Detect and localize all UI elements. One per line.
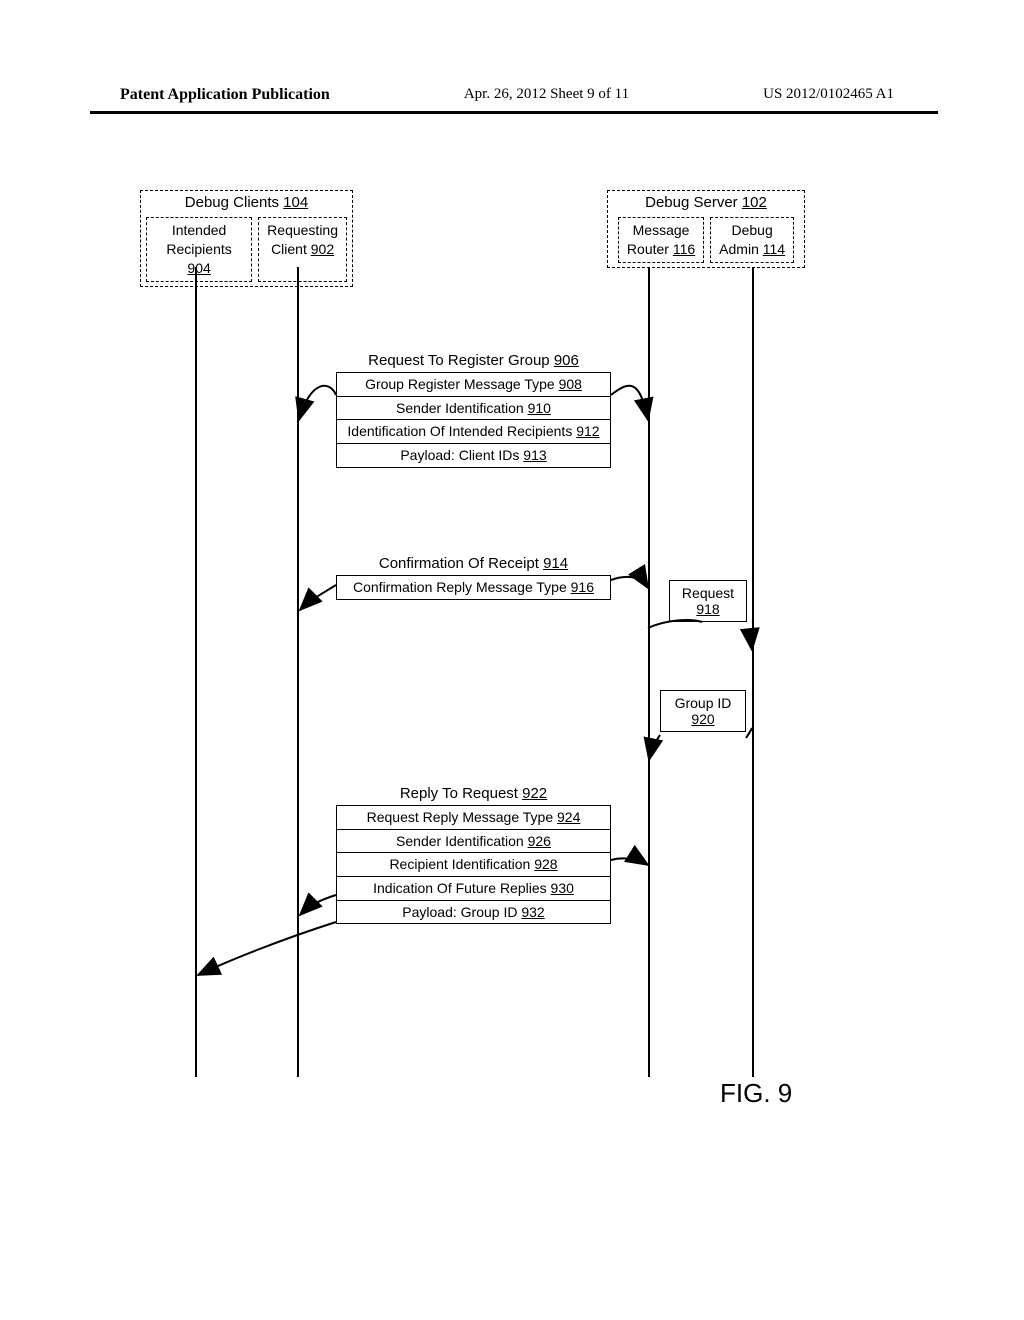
msg1-row-2: Identification Of Intended Recipients 91… bbox=[337, 419, 610, 443]
msg3-row-3: Indication Of Future Replies 930 bbox=[337, 876, 610, 900]
msg1-row-3: Payload: Client IDs 913 bbox=[337, 443, 610, 467]
msg3-row-2: Recipient Identification 928 bbox=[337, 852, 610, 876]
intended-recipients-box: Intended Recipients 904 bbox=[146, 217, 252, 282]
msg3-row-4: Payload: Group ID 932 bbox=[337, 900, 610, 924]
requesting-line2: Client 902 bbox=[267, 240, 338, 259]
debug-admin-box: Debug Admin 114 bbox=[710, 217, 794, 263]
message-arrows bbox=[0, 180, 1024, 1130]
msg2-title: Confirmation Of Receipt 914 bbox=[336, 555, 611, 572]
admin-line1: Debug bbox=[719, 221, 785, 240]
msg3-box: Request Reply Message Type 924 Sender Id… bbox=[336, 805, 611, 924]
msg2-row-0: Confirmation Reply Message Type 916 bbox=[337, 576, 610, 599]
debug-server-title: Debug Server 102 bbox=[608, 194, 804, 211]
msg1-title: Request To Register Group 906 bbox=[336, 352, 611, 369]
page: Patent Application Publication Apr. 26, … bbox=[0, 0, 1024, 1320]
debug-clients-group: Debug Clients 104 Intended Recipients 90… bbox=[140, 190, 353, 287]
message-router-box: Message Router 116 bbox=[618, 217, 704, 263]
msg3-row-1: Sender Identification 926 bbox=[337, 829, 610, 853]
page-header: Patent Application Publication Apr. 26, … bbox=[0, 86, 1024, 108]
request-box: Request 918 bbox=[669, 580, 747, 622]
router-line2: Router 116 bbox=[627, 240, 695, 259]
group-id-box: Group ID 920 bbox=[660, 690, 746, 732]
header-right: US 2012/0102465 A1 bbox=[763, 86, 894, 108]
intended-line2: Recipients 904 bbox=[155, 240, 243, 278]
msg3-row-0: Request Reply Message Type 924 bbox=[337, 806, 610, 829]
msg3-title: Reply To Request 922 bbox=[336, 785, 611, 802]
debug-server-label-text: Debug Server bbox=[645, 194, 742, 211]
lifeline-message-router bbox=[648, 267, 650, 1077]
intended-line1: Intended bbox=[155, 221, 243, 240]
figure-label: FIG. 9 bbox=[720, 1078, 792, 1109]
lifeline-intended-recipients bbox=[195, 267, 197, 1077]
header-center: Apr. 26, 2012 Sheet 9 of 11 bbox=[464, 86, 629, 108]
request-label: Request bbox=[678, 585, 738, 601]
admin-line2: Admin 114 bbox=[719, 240, 785, 259]
msg2-box: Confirmation Reply Message Type 916 bbox=[336, 575, 611, 600]
lifeline-debug-admin bbox=[752, 267, 754, 1077]
sequence-diagram: Debug Clients 104 Intended Recipients 90… bbox=[0, 180, 1024, 1130]
header-left: Patent Application Publication bbox=[120, 86, 330, 108]
lifeline-requesting-client bbox=[297, 267, 299, 1077]
debug-clients-ref: 104 bbox=[283, 194, 308, 211]
requesting-client-box: Requesting Client 902 bbox=[258, 217, 347, 282]
msg1-box: Group Register Message Type 908 Sender I… bbox=[336, 372, 611, 468]
debug-clients-title: Debug Clients 104 bbox=[141, 194, 352, 211]
requesting-line1: Requesting bbox=[267, 221, 338, 240]
msg1-row-1: Sender Identification 910 bbox=[337, 396, 610, 420]
msg1-row-0: Group Register Message Type 908 bbox=[337, 373, 610, 396]
group-id-label: Group ID bbox=[669, 695, 737, 711]
request-ref: 918 bbox=[678, 601, 738, 617]
header-rule bbox=[90, 111, 938, 114]
debug-server-group: Debug Server 102 Message Router 116 Debu… bbox=[607, 190, 805, 268]
debug-server-ref: 102 bbox=[742, 194, 767, 211]
router-line1: Message bbox=[627, 221, 695, 240]
debug-clients-label-text: Debug Clients bbox=[185, 194, 283, 211]
group-id-ref: 920 bbox=[669, 711, 737, 727]
